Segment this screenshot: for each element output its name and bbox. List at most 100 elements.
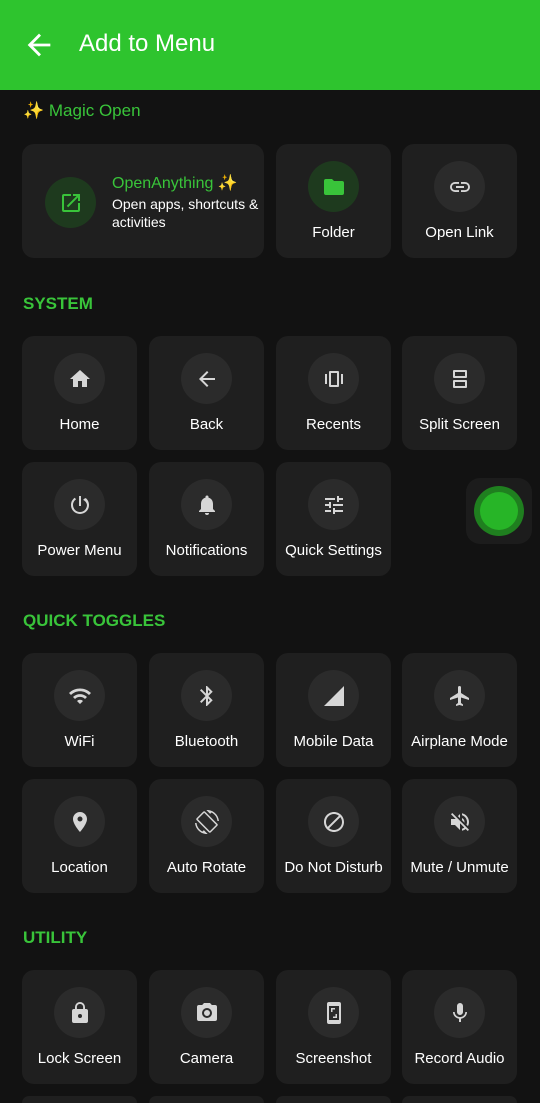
utility-tile-record-audio[interactable]: Record Audio xyxy=(402,970,517,1084)
tile-label: Mute / Unmute xyxy=(410,859,509,876)
utility-tile-partial[interactable] xyxy=(22,1096,137,1103)
system-tile-quick-settings[interactable]: Quick Settings xyxy=(276,462,391,576)
tile-label: Home xyxy=(59,416,100,433)
bell-icon xyxy=(198,495,215,515)
open-link-label: Open Link xyxy=(425,224,494,241)
toggle-tile-mobile-data[interactable]: Mobile Data xyxy=(276,653,391,767)
open-external-icon xyxy=(61,193,80,212)
utility-tile-partial[interactable] xyxy=(402,1096,517,1103)
page-title: Add to Menu xyxy=(79,30,216,57)
toggle-tile-mute-unmute[interactable]: Mute / Unmute xyxy=(402,779,517,893)
volume-off-icon xyxy=(450,812,469,831)
home-icon xyxy=(69,369,90,387)
utility-tile-lock-screen[interactable]: Lock Screen xyxy=(22,970,137,1084)
link-icon xyxy=(449,181,470,192)
tile-label: Mobile Data xyxy=(293,733,374,750)
bluetooth-icon xyxy=(199,685,213,706)
icon-circle xyxy=(54,796,105,847)
toggle-tile-airplane-mode[interactable]: Airplane Mode xyxy=(402,653,517,767)
toggle-tile-wifi[interactable]: WiFi xyxy=(22,653,137,767)
recents-icon xyxy=(324,370,343,387)
rotate-icon xyxy=(194,809,219,834)
tile-label: Camera xyxy=(179,1050,234,1067)
toggle-tile-bluetooth[interactable]: Bluetooth xyxy=(149,653,264,767)
icon-circle xyxy=(181,987,232,1038)
airplane-icon xyxy=(449,685,469,706)
tile-label: Auto Rotate xyxy=(166,859,247,876)
tile-label: Screenshot xyxy=(295,1050,372,1067)
system-tile-notifications[interactable]: Notifications xyxy=(149,462,264,576)
icon-circle xyxy=(434,670,485,721)
folder-label: Folder xyxy=(312,224,355,241)
system-tile-split-screen[interactable]: Split Screen xyxy=(402,336,517,450)
back-arrow-icon xyxy=(198,370,215,387)
open-link-icon-circle xyxy=(434,161,485,212)
do-not-disturb-icon xyxy=(323,811,344,832)
screenshot-icon xyxy=(326,1001,341,1024)
signal-icon xyxy=(323,685,344,706)
icon-circle xyxy=(54,353,105,404)
utility-tile-partial[interactable] xyxy=(276,1096,391,1103)
icon-circle xyxy=(308,796,359,847)
folder-tile[interactable]: Folder xyxy=(276,144,391,258)
tile-label: WiFi xyxy=(64,733,95,750)
icon-circle xyxy=(308,987,359,1038)
tile-label: Do Not Disturb xyxy=(284,859,383,876)
system-tile-back[interactable]: Back xyxy=(149,336,264,450)
tile-label: Power Menu xyxy=(37,542,122,559)
floating-menu-button[interactable] xyxy=(466,478,532,544)
icon-circle xyxy=(434,796,485,847)
icon-circle xyxy=(181,670,232,721)
icon-circle xyxy=(54,987,105,1038)
folder-icon-circle xyxy=(308,161,359,212)
icon-circle xyxy=(181,796,232,847)
icon-circle xyxy=(54,670,105,721)
section-title-utility: UTILITY xyxy=(23,928,88,947)
tile-label: Airplane Mode xyxy=(411,733,508,750)
power-icon xyxy=(70,495,89,514)
utility-tile-partial[interactable] xyxy=(149,1096,264,1103)
microphone-icon xyxy=(452,1002,467,1022)
utility-tile-camera[interactable]: Camera xyxy=(149,970,264,1084)
back-button[interactable] xyxy=(22,28,56,62)
section-title-magic-open: ✨ Magic Open xyxy=(23,101,141,120)
toggle-tile-do-not-disturb[interactable]: Do Not Disturb xyxy=(276,779,391,893)
split-screen-icon xyxy=(452,369,467,388)
open-anything-title: OpenAnything ✨ xyxy=(112,175,238,192)
tile-label: Recents xyxy=(305,416,362,433)
section-title-system: SYSTEM xyxy=(23,294,93,313)
system-tile-home[interactable]: Home xyxy=(22,336,137,450)
section-title-quick-toggles: QUICK TOGGLES xyxy=(23,611,166,630)
arrow-left-icon xyxy=(27,33,51,57)
icon-circle xyxy=(434,987,485,1038)
location-pin-icon xyxy=(72,811,87,832)
tile-label: Quick Settings xyxy=(285,542,382,559)
lock-icon xyxy=(71,1001,88,1023)
open-anything-subtitle: Open apps, shortcuts & activities xyxy=(112,196,259,230)
icon-circle xyxy=(434,353,485,404)
camera-icon xyxy=(196,1002,217,1021)
tile-label: Split Screen xyxy=(419,416,500,433)
folder-icon xyxy=(323,178,344,195)
open-anything-tile[interactable]: OpenAnything ✨ Open apps, shortcuts & ac… xyxy=(22,144,264,258)
utility-tile-screenshot[interactable]: Screenshot xyxy=(276,970,391,1084)
tile-label: Notifications xyxy=(165,542,248,559)
tile-label: Back xyxy=(189,416,224,433)
system-tile-recents[interactable]: Recents xyxy=(276,336,391,450)
tile-label: Location xyxy=(51,859,108,876)
icon-circle xyxy=(308,479,359,530)
system-tile-power-menu[interactable]: Power Menu xyxy=(22,462,137,576)
open-link-tile[interactable]: Open Link xyxy=(402,144,517,258)
wifi-icon xyxy=(68,687,91,704)
icon-circle xyxy=(181,479,232,530)
sliders-icon xyxy=(324,495,343,514)
tile-label: Record Audio xyxy=(414,1050,505,1067)
floating-dot-inner xyxy=(480,492,518,530)
toggle-tile-auto-rotate[interactable]: Auto Rotate xyxy=(149,779,264,893)
icon-circle xyxy=(181,353,232,404)
open-anything-icon-circle xyxy=(45,177,96,228)
tile-label: Lock Screen xyxy=(37,1050,122,1067)
icon-circle xyxy=(54,479,105,530)
app-bar: Add to Menu xyxy=(0,0,540,90)
toggle-tile-location[interactable]: Location xyxy=(22,779,137,893)
